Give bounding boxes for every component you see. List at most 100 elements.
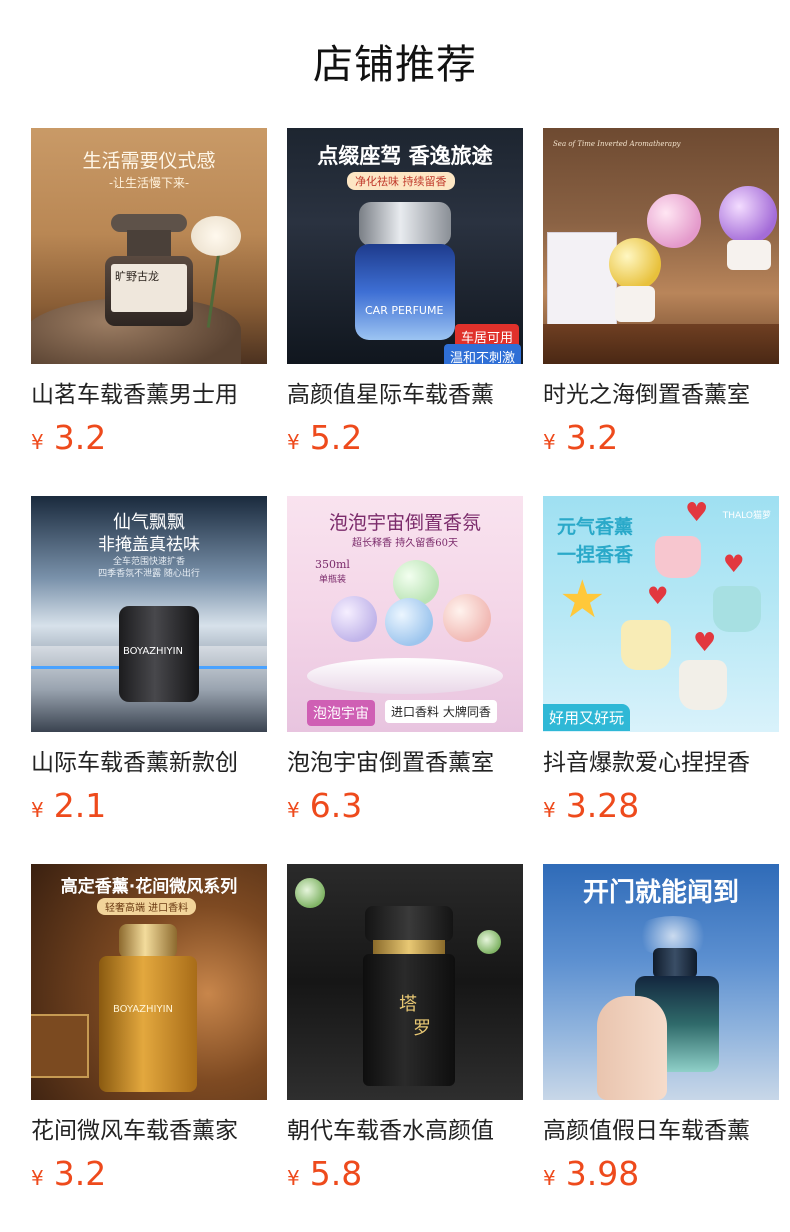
blue-orb: [385, 598, 433, 646]
bottle-body: [99, 956, 197, 1092]
platform: [307, 658, 503, 694]
base: [727, 240, 771, 270]
leaf-bubble: [295, 878, 325, 908]
image-subline: 净化祛味 持续留香: [347, 172, 455, 190]
product-card[interactable]: 点缀座驾 香逸旅途 净化祛味 持续留香 CAR PERFUME 车居可用 温和不…: [287, 128, 523, 457]
image-tag: 泡泡宇宙: [307, 700, 375, 726]
bottle-body: [363, 954, 455, 1086]
heart-icon: ♥: [685, 498, 709, 528]
price-value: 3.2: [53, 418, 107, 457]
image-tag: 好用又好玩: [543, 704, 631, 731]
product-price: ¥2.1: [31, 786, 106, 825]
image-headline: 高定香薰·花间微风系列: [60, 877, 238, 897]
product-name[interactable]: 抖音爆款爱心捏捏香: [543, 748, 779, 778]
volume: 350ml: [315, 558, 350, 571]
product-price: ¥3.28: [543, 786, 639, 825]
bottle-label-text: CAR PERFUME: [365, 304, 444, 317]
image-headline-2: 一捏香香: [557, 544, 634, 566]
lavender-orb: [331, 596, 377, 642]
product-name[interactable]: 山际车载香薰新款创: [31, 748, 267, 778]
bottle-label-text: BOYAZHIYIN: [113, 1004, 174, 1015]
product-card[interactable]: 仙气飘飘 非掩盖真祛味 全车范围快速扩香 四季香氛不泄露 随心出行 BOYAZH…: [31, 496, 267, 825]
yellow-cup: [621, 620, 671, 670]
product-price: ¥3.2: [31, 418, 106, 457]
product-image[interactable]: 开门就能闻到: [543, 864, 779, 1100]
image-headline: Sea of Time Inverted Aromatherapy: [553, 140, 681, 148]
purple-orb: [719, 186, 777, 244]
product-price: ¥6.3: [287, 786, 362, 825]
product-name[interactable]: 时光之海倒置香薰室: [543, 380, 779, 410]
product-image[interactable]: 泡泡宇宙倒置香氛 超长释香 持久留香60天 350ml 单瓶装 泡泡宇宙 进口香…: [287, 496, 523, 732]
table: [543, 324, 779, 364]
product-image[interactable]: 生活需要仪式感 -让生活慢下来- 旷野古龙: [31, 128, 267, 364]
price-value: 3.98: [565, 1154, 640, 1193]
hand: [597, 996, 667, 1100]
currency-symbol: ¥: [543, 1166, 556, 1190]
heart-icon: ♥: [647, 582, 669, 610]
bottle-label-text-2: 罗: [413, 1018, 431, 1039]
teal-cup: [713, 586, 761, 632]
product-card[interactable]: 元气香薰 一捏香香 THALO猫萝 ★ ♥ ♥ ♥ ♥ 好用又好玩 抖音爆款爱心…: [543, 496, 779, 825]
image-headline-2: 非掩盖真祛味: [98, 535, 200, 555]
product-name[interactable]: 高颜值假日车载香薰: [543, 1116, 779, 1146]
product-name[interactable]: 朝代车载香水高颜值: [287, 1116, 523, 1146]
image-tag: 温和不刺激: [443, 344, 521, 364]
bottle-cap: [365, 906, 453, 942]
product-image[interactable]: 高定香薰·花间微风系列 轻奢高端 进口香料 BOYAZHIYIN: [31, 864, 267, 1100]
image-headline: 开门就能闻到: [582, 878, 739, 908]
product-image[interactable]: Sea of Time Inverted Aromatherapy: [543, 128, 779, 364]
price-value: 6.3: [309, 786, 363, 825]
currency-symbol: ¥: [287, 430, 300, 454]
currency-symbol: ¥: [543, 430, 556, 454]
currency-symbol: ¥: [287, 1166, 300, 1190]
base: [615, 286, 655, 322]
product-card[interactable]: 高定香薰·花间微风系列 轻奢高端 进口香料 BOYAZHIYIN 花间微风车载香…: [31, 864, 267, 1193]
currency-symbol: ¥: [31, 1166, 44, 1190]
image-headline: 泡泡宇宙倒置香氛: [328, 512, 481, 534]
gift-box: [31, 1014, 89, 1078]
heart-icon: ♥: [723, 550, 745, 578]
currency-symbol: ¥: [31, 798, 44, 822]
product-image[interactable]: 仙气飘飘 非掩盖真祛味 全车范围快速扩香 四季香氛不泄露 随心出行 BOYAZH…: [31, 496, 267, 732]
bottle-cap: [359, 202, 451, 246]
product-price: ¥3.2: [31, 1154, 106, 1193]
price-value: 3.2: [565, 418, 619, 457]
volume-note: 单瓶装: [319, 575, 347, 585]
product-name[interactable]: 泡泡宇宙倒置香薰室: [287, 748, 523, 778]
image-subline: 轻奢高端 进口香料: [97, 898, 197, 915]
currency-symbol: ¥: [31, 430, 44, 454]
price-value: 3.28: [565, 786, 640, 825]
image-headline: 元气香薰: [557, 516, 634, 538]
bottle-cap: [119, 924, 177, 958]
white-cup: [679, 660, 727, 710]
product-price: ¥5.8: [287, 1154, 362, 1193]
image-subline: -让生活慢下来-: [108, 176, 190, 190]
product-card[interactable]: 生活需要仪式感 -让生活慢下来- 旷野古龙 山茗车载香薰男士用 ¥3.2: [31, 128, 267, 457]
image-headline: 点缀座驾 香逸旅途: [317, 143, 493, 168]
product-image[interactable]: 塔 罗: [287, 864, 523, 1100]
product-card[interactable]: 塔 罗 朝代车载香水高颜值 ¥5.8: [287, 864, 523, 1193]
price-value: 5.2: [309, 418, 363, 457]
product-grid: 生活需要仪式感 -让生活慢下来- 旷野古龙 山茗车载香薰男士用 ¥3.2 点缀座…: [31, 128, 779, 1193]
product-name[interactable]: 山茗车载香薰男士用: [31, 380, 267, 410]
bottle-label-text: BOYAZHIYIN: [123, 646, 184, 657]
image-headline: 生活需要仪式感: [82, 150, 216, 172]
bottle-body: [355, 244, 455, 340]
product-card[interactable]: Sea of Time Inverted Aromatherapy 时光之海倒置…: [543, 128, 779, 457]
product-name[interactable]: 花间微风车载香薰家: [31, 1116, 267, 1146]
section-title: 店铺推荐: [313, 42, 477, 88]
product-card[interactable]: 泡泡宇宙倒置香氛 超长释香 持久留香60天 350ml 单瓶装 泡泡宇宙 进口香…: [287, 496, 523, 825]
product-image[interactable]: 点缀座驾 香逸旅途 净化祛味 持续留香 CAR PERFUME 车居可用 温和不…: [287, 128, 523, 364]
pink-cup: [655, 536, 701, 578]
currency-symbol: ¥: [543, 798, 556, 822]
product-price: ¥3.2: [543, 418, 618, 457]
bottle-cap: [653, 948, 697, 978]
currency-symbol: ¥: [287, 798, 300, 822]
product-image[interactable]: 元气香薰 一捏香香 THALO猫萝 ★ ♥ ♥ ♥ ♥ 好用又好玩: [543, 496, 779, 732]
product-card[interactable]: 开门就能闻到 高颜值假日车载香薰 ¥3.98: [543, 864, 779, 1193]
bottle-label-text: 旷野古龙: [115, 270, 159, 283]
yellow-orb: [609, 238, 661, 290]
product-price: ¥5.2: [287, 418, 362, 457]
bottle-label-text: 塔: [399, 994, 417, 1015]
product-name[interactable]: 高颜值星际车载香薰: [287, 380, 523, 410]
